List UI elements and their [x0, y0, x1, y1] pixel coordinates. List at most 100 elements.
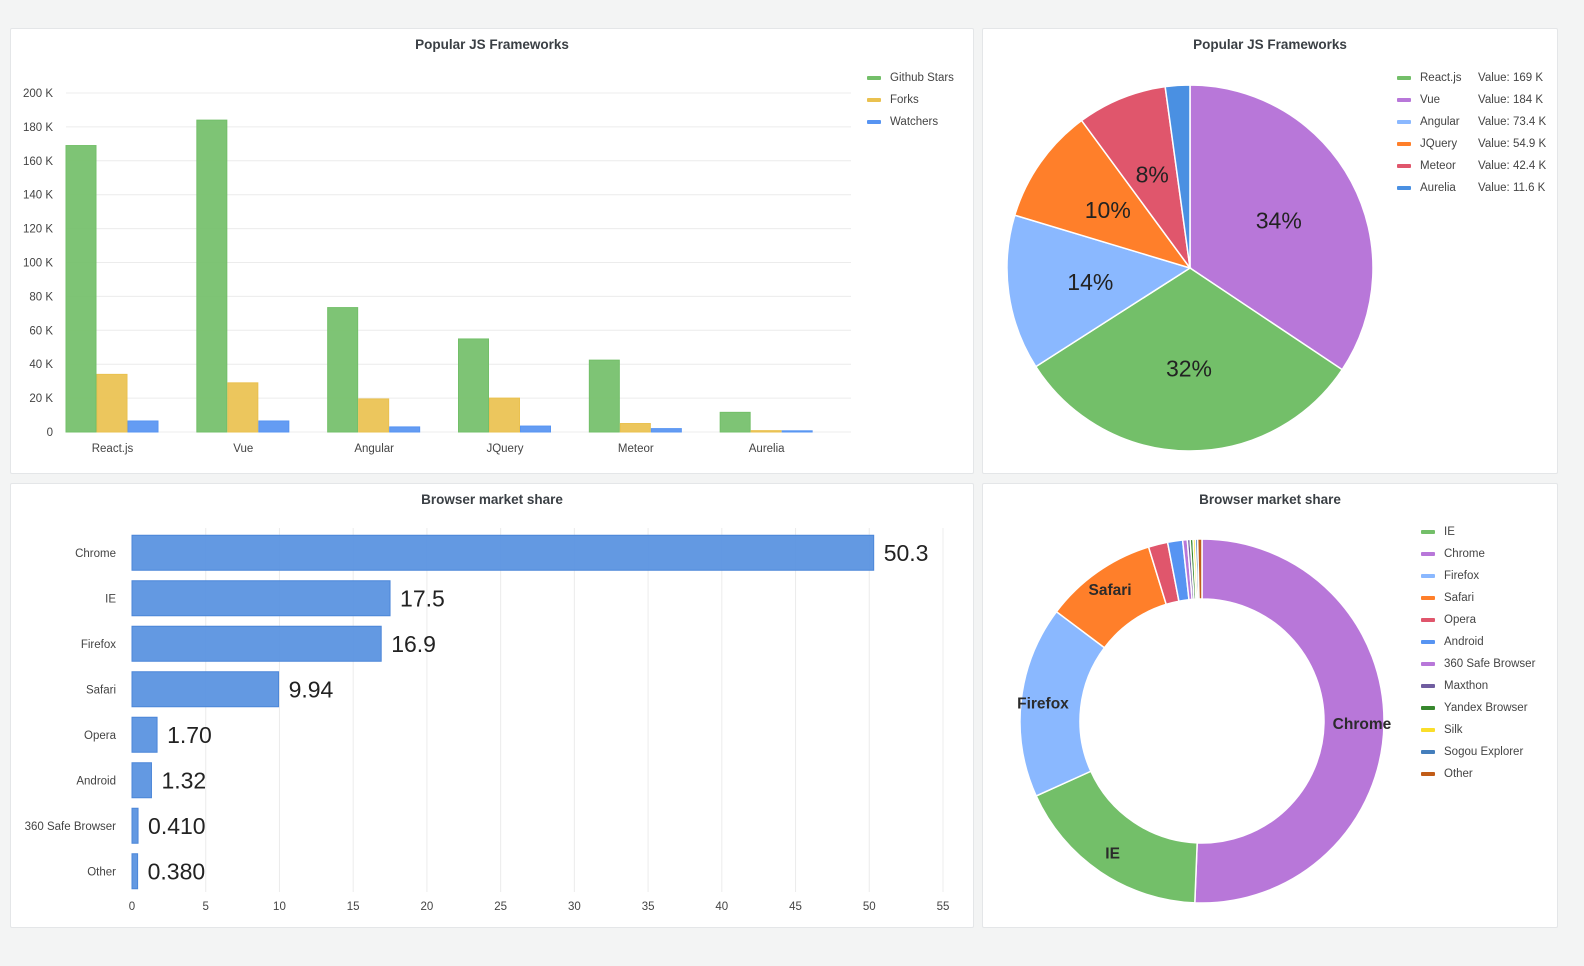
y-tick-label: 20 K — [29, 393, 53, 405]
legend-item[interactable]: Meteor Value: 42.4 K — [1397, 155, 1546, 177]
legend-swatch-icon — [1397, 186, 1411, 190]
legend-item[interactable]: Yandex Browser — [1421, 697, 1535, 719]
y-tick-label: 120 K — [23, 224, 53, 236]
panel-title: Browser market share — [421, 492, 563, 507]
legend: React.js Value: 169 K Vue Value: 184 K Angul… — [1397, 67, 1546, 199]
legend-value: Value: 54.9 K — [1478, 138, 1547, 150]
y-tick-label: 360 Safe Browser — [25, 821, 117, 833]
legend: IE Chrome Firefox Safari Opera Android 360 Saf… — [1421, 521, 1535, 785]
legend-item[interactable]: Github Stars — [867, 67, 954, 89]
legend-item[interactable]: Chrome — [1421, 543, 1535, 565]
bar-watchers — [520, 425, 551, 433]
legend-label: Safari — [1444, 592, 1475, 604]
legend-label: Chrome — [1444, 548, 1485, 560]
legend-swatch-icon — [1421, 574, 1435, 578]
legend-item[interactable]: React.js Value: 169 K — [1397, 67, 1546, 89]
bar — [131, 625, 382, 662]
bar — [131, 580, 391, 617]
y-tick-label: 180 K — [23, 122, 53, 134]
donut-slice-other — [1196, 538, 1203, 600]
bar-watchers — [127, 420, 159, 433]
legend-item[interactable]: Android — [1421, 631, 1535, 653]
y-tick-label: Firefox — [81, 639, 116, 651]
legend-swatch-icon — [1421, 684, 1435, 688]
legend-label: Firefox — [1444, 570, 1480, 582]
y-tick-label: 100 K — [23, 258, 53, 270]
legend-swatch-icon — [1397, 120, 1411, 124]
legend-swatch-icon — [867, 98, 881, 102]
legend-label: Yandex Browser — [1444, 702, 1528, 714]
y-tick-label: 80 K — [29, 291, 53, 303]
legend-swatch-icon — [1397, 164, 1411, 168]
legend-item[interactable]: IE — [1421, 521, 1535, 543]
bar-forks — [619, 423, 651, 433]
bar — [131, 716, 158, 753]
legend-item[interactable]: Forks — [867, 89, 954, 111]
legend-item[interactable]: Firefox — [1421, 565, 1535, 587]
panel-browser-bar: Browser market share 0 5 10 15 20 25 30 35 40 45 5… — [10, 483, 974, 928]
legend-item[interactable]: Other — [1421, 763, 1535, 785]
legend-value: Value: 169 K — [1478, 72, 1544, 84]
legend-swatch-icon — [1421, 640, 1435, 644]
legend-label: Forks — [890, 94, 919, 106]
bar-value-label: 0.410 — [148, 813, 206, 839]
y-tick-label: 200 K — [23, 88, 53, 100]
bar-forks — [358, 398, 390, 433]
bar-github-stars — [196, 119, 228, 433]
bar-watchers — [258, 420, 290, 433]
y-tick-label: Opera — [84, 730, 117, 742]
legend-item[interactable]: Sogou Explorer — [1421, 741, 1535, 763]
y-tick-label: Chrome — [75, 548, 116, 560]
bar — [131, 671, 280, 708]
x-tick-label: 20 — [421, 901, 434, 913]
legend-label: Opera — [1444, 614, 1476, 626]
legend-item[interactable]: Watchers — [867, 111, 954, 133]
legend-item[interactable]: Aurelia Value: 11.6 K — [1397, 177, 1546, 199]
pie-slice-label: 8% — [1136, 162, 1169, 188]
legend-label: Silk — [1444, 724, 1463, 736]
x-tick-label: React.js — [92, 443, 134, 455]
bar-github-stars — [588, 359, 620, 433]
legend-swatch-icon — [1421, 662, 1435, 666]
x-tick-label: Meteor — [618, 443, 654, 455]
legend-label: Android — [1444, 636, 1484, 648]
legend-label: Other — [1444, 768, 1473, 780]
bar-value-label: 1.70 — [167, 722, 212, 748]
legend-swatch-icon — [1421, 728, 1435, 732]
y-tick-label: Safari — [86, 684, 116, 696]
y-tick-label: Android — [76, 775, 116, 787]
legend-item[interactable]: Maxthon — [1421, 675, 1535, 697]
x-tick-label: 30 — [568, 901, 581, 913]
bar-forks — [750, 430, 782, 433]
legend-item[interactable]: Vue Value: 184 K — [1397, 89, 1546, 111]
panel-title: Popular JS Frameworks — [415, 37, 569, 52]
bar-github-stars — [458, 338, 489, 433]
legend-item[interactable]: JQuery Value: 54.9 K — [1397, 133, 1546, 155]
legend-label: Maxthon — [1444, 680, 1489, 692]
x-tick-label: Aurelia — [749, 443, 785, 455]
bar — [131, 762, 152, 799]
legend-swatch-icon — [1397, 76, 1411, 80]
legend-item[interactable]: Angular Value: 73.4 K — [1397, 111, 1546, 133]
legend-swatch-icon — [1397, 142, 1411, 146]
legend-item[interactable]: 360 Safe Browser — [1421, 653, 1535, 675]
legend-item[interactable]: Opera — [1421, 609, 1535, 631]
legend-label: Meteor — [1420, 160, 1456, 172]
donut-slice-label: Safari — [1089, 582, 1132, 599]
bar-watchers — [389, 426, 421, 433]
panel-title: Browser market share — [1199, 492, 1341, 507]
bar-value-label: 16.9 — [391, 631, 436, 657]
panel-frameworks-pie: Popular JS Frameworks 34% 32% 14% 10% 8% Rea… — [982, 28, 1558, 474]
y-tick-label: 0 — [47, 427, 53, 439]
legend-label: Angular — [1420, 116, 1460, 128]
legend-label: Watchers — [890, 116, 939, 128]
legend-item[interactable]: Safari — [1421, 587, 1535, 609]
legend-swatch-icon — [1421, 530, 1435, 534]
bar-forks — [489, 397, 520, 433]
legend-item[interactable]: Silk — [1421, 719, 1535, 741]
y-tick-label: IE — [105, 593, 116, 605]
x-tick-label: JQuery — [486, 443, 523, 455]
legend-value: Value: 184 K — [1478, 94, 1544, 106]
bar-watchers — [650, 428, 682, 433]
bar-value-label: 17.5 — [400, 585, 445, 611]
